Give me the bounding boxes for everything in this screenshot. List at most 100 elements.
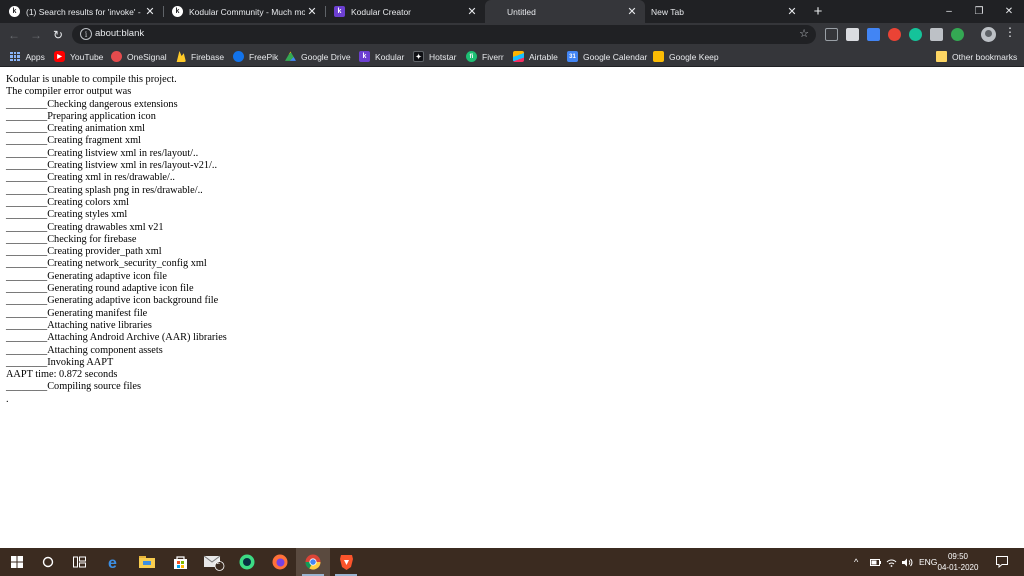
minimize-button[interactable]: – xyxy=(934,0,964,23)
bookmark-google-keep[interactable]: Google Keep xyxy=(653,46,719,67)
page-icon[interactable] xyxy=(846,28,859,41)
action-center-icon[interactable] xyxy=(996,548,1008,576)
bookmark-airtable[interactable]: Airtable xyxy=(513,46,558,67)
start-button[interactable] xyxy=(0,548,34,576)
google-keep-icon xyxy=(653,51,664,62)
bookmark-label: Fiverr xyxy=(482,51,504,62)
edge-icon: e xyxy=(108,555,117,570)
menu-kebab-icon[interactable]: ⋮ xyxy=(1004,25,1016,39)
close-icon[interactable]: ✕ xyxy=(143,5,157,18)
bookmark-label: Firebase xyxy=(191,51,225,62)
bookmark-onesignal[interactable]: OneSignal xyxy=(111,46,167,67)
language-indicator[interactable]: ENG xyxy=(919,548,937,576)
android-studio-button[interactable] xyxy=(230,548,264,576)
forward-button[interactable]: → xyxy=(28,23,44,46)
tab-strip: k (1) Search results for 'invoke' - K ✕ … xyxy=(0,0,1024,23)
close-icon[interactable]: ✕ xyxy=(305,5,319,18)
search-button[interactable] xyxy=(31,548,65,576)
log-line: ________Creating drawables xml v21 xyxy=(6,221,164,233)
tab-search-results[interactable]: k (1) Search results for 'invoke' - K ✕ xyxy=(0,0,163,23)
bookmark-freepik[interactable]: FreePik xyxy=(233,46,278,67)
car-icon[interactable] xyxy=(930,28,943,41)
airtable-icon xyxy=(513,51,524,62)
star-icon[interactable]: ☆ xyxy=(799,27,809,40)
grammarly-icon[interactable] xyxy=(909,28,922,41)
bookmark-fiverr[interactable]: fi Fiverr xyxy=(466,46,504,67)
log-line: ________Attaching Android Archive (AAR) … xyxy=(6,332,227,344)
log-line: ________Attaching component assets xyxy=(6,344,163,356)
brave-button[interactable] xyxy=(329,548,363,576)
adblock-shield-icon[interactable] xyxy=(951,28,964,41)
log-line: ________Creating fragment xml xyxy=(6,135,141,147)
shield-red-icon[interactable] xyxy=(888,28,901,41)
android-studio-icon xyxy=(239,554,255,570)
clock-date: 04-01-2020 xyxy=(937,563,979,572)
bookmark-google-calendar[interactable]: 31 Google Calendar xyxy=(567,46,647,67)
task-view-icon xyxy=(72,556,86,568)
log-line: ________Generating round adaptive icon f… xyxy=(6,283,194,295)
close-icon[interactable]: ✕ xyxy=(625,5,639,18)
mail-button[interactable]: 2 xyxy=(197,548,231,576)
close-window-button[interactable]: ✕ xyxy=(994,0,1024,23)
bookmark-label: YouTube xyxy=(70,51,104,62)
bookmark-other-bookmarks[interactable]: Other bookmarks xyxy=(936,46,1017,67)
tab-title: New Tab xyxy=(651,6,684,17)
log-line: ________Checking for firebase xyxy=(6,233,137,245)
mail-icon xyxy=(203,555,225,571)
log-line: ________Generating adaptive icon file xyxy=(6,270,167,282)
tab-kodular-community[interactable]: k Kodular Community - Much mor ✕ xyxy=(163,0,325,23)
url-text[interactable]: about:blank xyxy=(95,28,144,39)
restore-button[interactable]: ❐ xyxy=(964,0,994,23)
close-icon[interactable]: ✕ xyxy=(785,5,799,18)
page-content: Kodular is unable to compile this projec… xyxy=(0,68,1024,548)
fiverr-icon: fi xyxy=(466,51,477,62)
log-line: ________Creating network_security_config… xyxy=(6,258,207,270)
google-drive-icon xyxy=(285,51,296,61)
log-line: ________Creating provider_path xml xyxy=(6,246,162,258)
log-line: ________Creating styles xml xyxy=(6,209,128,221)
bookmark-label: Kodular xyxy=(375,51,405,62)
wifi-icon[interactable] xyxy=(886,548,897,576)
info-icon[interactable]: i xyxy=(80,28,92,40)
tab-untitled[interactable]: Untitled ✕ xyxy=(485,0,645,23)
battery-icon[interactable] xyxy=(870,548,881,576)
bookmark-label: OneSignal xyxy=(127,51,167,62)
store-button[interactable] xyxy=(163,548,197,576)
firefox-button[interactable] xyxy=(263,548,297,576)
bookmark-google-drive[interactable]: Google Drive xyxy=(285,46,351,67)
bookmark-kodular[interactable]: k Kodular xyxy=(359,46,404,67)
bookmark-youtube[interactable]: ▶ YouTube xyxy=(54,46,103,67)
volume-icon[interactable] xyxy=(902,548,913,576)
tray-chevron-icon[interactable]: ^ xyxy=(854,548,858,576)
log-line: The compiler error output was xyxy=(6,86,132,98)
log-line: Kodular is unable to compile this projec… xyxy=(6,74,177,85)
file-explorer-button[interactable] xyxy=(130,548,164,576)
clock[interactable]: 09:50 04-01-2020 xyxy=(936,551,980,573)
tab-new-tab[interactable]: New Tab ✕ xyxy=(645,0,805,23)
log-line: ________Checking dangerous extensions xyxy=(6,98,178,110)
translate-icon[interactable] xyxy=(867,28,880,41)
back-button[interactable]: ← xyxy=(6,23,22,46)
cortana-search-icon xyxy=(42,556,54,568)
log-line: ________Creating listview xml in res/lay… xyxy=(6,147,199,159)
task-view-button[interactable] xyxy=(62,548,96,576)
kodular-k-icon: k xyxy=(9,6,20,17)
bookmark-hotstar[interactable]: ✦ Hotstar xyxy=(413,46,456,67)
log-line: . xyxy=(6,393,9,405)
new-tab-button[interactable]: + xyxy=(810,0,826,23)
close-icon[interactable]: ✕ xyxy=(465,5,479,18)
log-line: ________Generating manifest file xyxy=(6,307,148,319)
bookmark-apps[interactable]: Apps xyxy=(10,46,45,67)
reload-button[interactable]: ↻ xyxy=(50,23,66,46)
bookmark-firebase[interactable]: Firebase xyxy=(175,46,224,67)
log-line: ________Invoking AAPT xyxy=(6,356,114,368)
browser-toolbar: ← → ↻ i about:blank ☆ ⋮ xyxy=(0,23,1024,46)
bookmark-label: Google Drive xyxy=(301,51,351,62)
address-bar[interactable]: i about:blank ☆ xyxy=(72,25,816,44)
log-line: ________Creating colors xml xyxy=(6,196,129,208)
reader-mode-icon[interactable] xyxy=(825,28,838,41)
edge-button[interactable]: e xyxy=(97,548,131,576)
chrome-button[interactable] xyxy=(296,548,330,576)
profile-avatar[interactable] xyxy=(981,27,996,42)
tab-kodular-creator[interactable]: k Kodular Creator ✕ xyxy=(325,0,485,23)
